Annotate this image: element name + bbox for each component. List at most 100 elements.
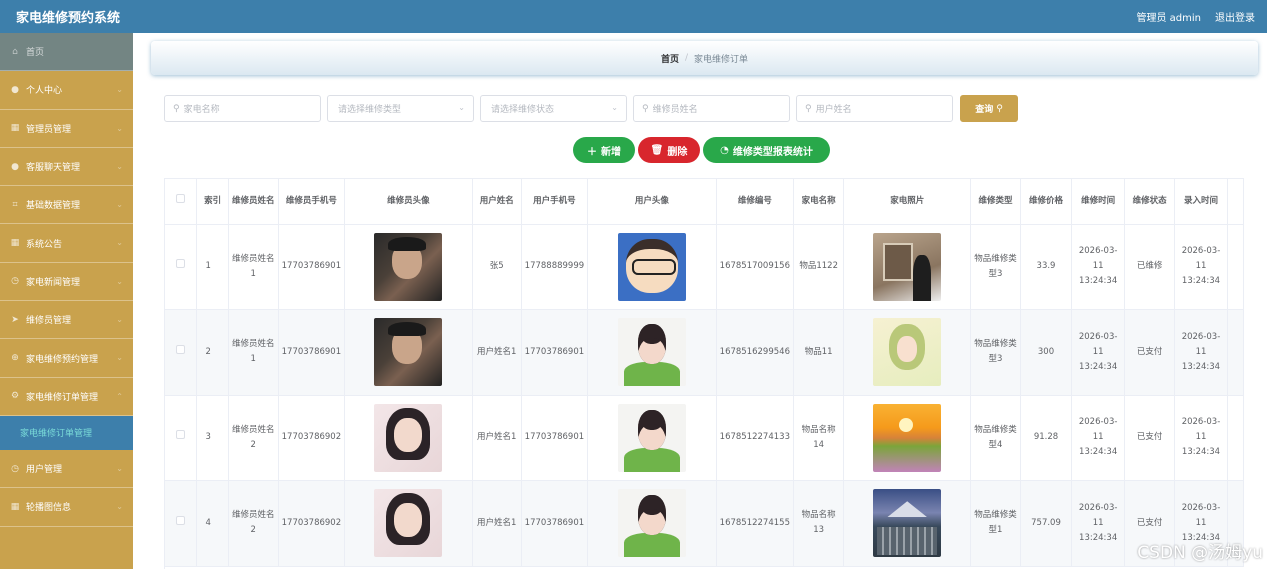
sidebar-item-announcements[interactable]: ▦ 系统公告 ⌄: [0, 224, 133, 263]
chevron-down-icon: ⌄: [116, 200, 123, 210]
image-thumbnail[interactable]: [374, 232, 443, 301]
sidebar-item-label: 系统公告: [26, 239, 63, 250]
user-icon: ●: [11, 161, 19, 172]
image-thumbnail[interactable]: [374, 489, 443, 558]
sidebar-item-booking-management[interactable]: ⊕ 家电维修预约管理 ⌄: [0, 339, 133, 378]
chevron-down-icon: ⌄: [116, 161, 123, 171]
add-button[interactable]: ＋ 新增: [573, 137, 635, 163]
cell-order-no: 1678512274133: [716, 395, 794, 481]
image-thumbnail[interactable]: [873, 403, 942, 472]
row-checkbox[interactable]: [165, 480, 198, 567]
admin-user-label[interactable]: 管理员 admin: [1136, 9, 1201, 24]
sidebar-item-order-management[interactable]: ⚙ 家电维修订单管理 ⌃: [0, 378, 133, 416]
column-header: 维修员姓名: [228, 179, 279, 225]
cell-repairman-avatar: [344, 224, 473, 310]
row-checkbox[interactable]: [165, 309, 198, 396]
cell-user-phone: 17788889999: [521, 224, 589, 310]
user-name-input[interactable]: ⚲ 用户姓名: [796, 95, 953, 122]
cell-repair-type: 物品维修类型3: [970, 309, 1021, 396]
appliance-name-input[interactable]: ⚲ 家电名称: [164, 95, 321, 122]
column-header: 维修编号: [716, 179, 794, 225]
stats-button[interactable]: ◔ 维修类型报表统计: [703, 137, 830, 163]
cell-user-avatar: [587, 309, 717, 396]
cell-repair-status: 已支付: [1124, 309, 1175, 396]
image-thumbnail[interactable]: [617, 489, 686, 558]
repair-type-select[interactable]: 请选择维修类型 ⌄: [327, 95, 474, 122]
table-scroll-gutter: [1227, 395, 1244, 481]
image-thumbnail[interactable]: [617, 232, 686, 301]
user-icon: ●: [11, 84, 19, 95]
repair-status-select[interactable]: 请选择维修状态 ⌄: [480, 95, 627, 122]
sidebar-subitem-order-management[interactable]: 家电维修订单管理: [0, 415, 133, 450]
plus-circle-icon: ⊕: [11, 353, 19, 364]
image-thumbnail[interactable]: [873, 318, 942, 387]
image-thumbnail[interactable]: [617, 318, 686, 387]
row-checkbox[interactable]: [165, 395, 198, 481]
image-thumbnail[interactable]: [617, 403, 686, 472]
table-row[interactable]: 4 维修员姓名2 17703786902 用户姓名1 17703786901 167851…: [165, 480, 1244, 567]
sidebar-item-carousel[interactable]: ▦ 轮播图信息 ⌄: [0, 488, 133, 527]
delete-label: 删除: [667, 146, 688, 158]
query-button[interactable]: 查询 ⚲: [960, 95, 1018, 122]
logout-link[interactable]: 退出登录: [1215, 9, 1255, 24]
cell-order-no: 1678517009156: [716, 224, 794, 310]
sidebar-item-admin-management[interactable]: ▦ 管理员管理 ⌄: [0, 110, 133, 148]
cell-repairman-phone: 17703786902: [278, 395, 346, 481]
sidebar-item-home[interactable]: ⌂ 首页: [0, 33, 133, 72]
breadcrumb-home[interactable]: 首页: [661, 52, 679, 65]
search-icon: ⚲: [642, 103, 649, 114]
cell-appliance-name: 物品1122: [793, 224, 845, 310]
chevron-down-icon: ⌄: [116, 276, 123, 286]
cell-index: 3: [196, 395, 229, 481]
cell-repair-time: 2026-03-11 13:24:34: [1071, 395, 1126, 481]
sidebar-item-label: 基础数据管理: [26, 201, 81, 212]
plus-icon: ＋: [587, 146, 597, 158]
cell-repair-price: 757.09: [1020, 480, 1073, 567]
cell-repairman-avatar: [344, 480, 473, 567]
stats-label: 维修类型报表统计: [732, 146, 813, 158]
sidebar-item-news-management[interactable]: ◷ 家电新闻管理 ⌄: [0, 263, 133, 302]
row-checkbox[interactable]: [165, 224, 198, 310]
sidebar-item-label: 首页: [26, 48, 45, 59]
cell-repair-price: 300: [1020, 309, 1073, 396]
delete-button[interactable]: 🗑 删除: [638, 137, 700, 163]
column-header: 维修状态: [1124, 179, 1175, 225]
cell-user-name: 用户姓名1: [472, 480, 522, 567]
table-row[interactable]: 3 维修员姓名2 17703786902 用户姓名1 17703786901 167851…: [165, 395, 1244, 481]
sidebar-item-base-data[interactable]: ⌗ 基础数据管理 ⌄: [0, 186, 133, 225]
sidebar-item-label: 维修员管理: [26, 316, 72, 327]
crop-icon: ⌗: [12, 199, 18, 210]
chevron-down-icon: ⌄: [116, 85, 123, 95]
column-header: 家电名称: [793, 179, 845, 225]
image-thumbnail[interactable]: [374, 318, 443, 387]
cell-repairman-name: 维修员姓名2: [228, 480, 279, 567]
image-thumbnail[interactable]: [873, 489, 942, 558]
table-scroll-gutter: [1227, 179, 1244, 225]
sidebar-item-user-management[interactable]: ◷ 用户管理 ⌄: [0, 450, 133, 489]
clock-icon: ◷: [11, 276, 19, 287]
cell-order-no: 1678512274155: [716, 480, 794, 567]
cell-appliance-photo: [843, 395, 972, 481]
sidebar-item-personal-center[interactable]: ● 个人中心 ⌄: [0, 71, 133, 110]
sidebar-item-repairman-management[interactable]: ➤ 维修员管理 ⌄: [0, 301, 133, 340]
repair-status-placeholder: 请选择维修状态: [491, 105, 555, 115]
image-thumbnail[interactable]: [374, 403, 443, 472]
column-header: 家电照片: [843, 179, 972, 225]
trash-icon: 🗑: [650, 144, 664, 156]
watermark: CSDN @汤姆yu: [1137, 543, 1263, 563]
sidebar-item-chat-management[interactable]: ● 客服聊天管理 ⌄: [0, 148, 133, 187]
table-row[interactable]: 1 维修员姓名1 17703786901 张5 17788889999 167851700…: [165, 224, 1244, 310]
select-all-checkbox[interactable]: [165, 179, 198, 225]
chevron-down-icon: ⌄: [116, 315, 123, 325]
cell-repairman-name: 维修员姓名2: [228, 395, 279, 481]
repairman-name-input[interactable]: ⚲ 维修员姓名: [633, 95, 790, 122]
image-thumbnail[interactable]: [873, 232, 942, 301]
cell-repairman-name: 维修员姓名1: [228, 309, 279, 396]
column-header: 索引: [196, 179, 229, 225]
table-row[interactable]: 2 维修员姓名1 17703786901 用户姓名1 17703786901 167851…: [165, 309, 1244, 396]
chevron-up-icon: ⌃: [116, 391, 123, 401]
cell-appliance-name: 物品名称14: [793, 395, 845, 481]
pie-chart-icon: ◔: [720, 144, 729, 156]
cell-user-avatar: [587, 480, 717, 567]
column-header: 维修员手机号: [278, 179, 346, 225]
